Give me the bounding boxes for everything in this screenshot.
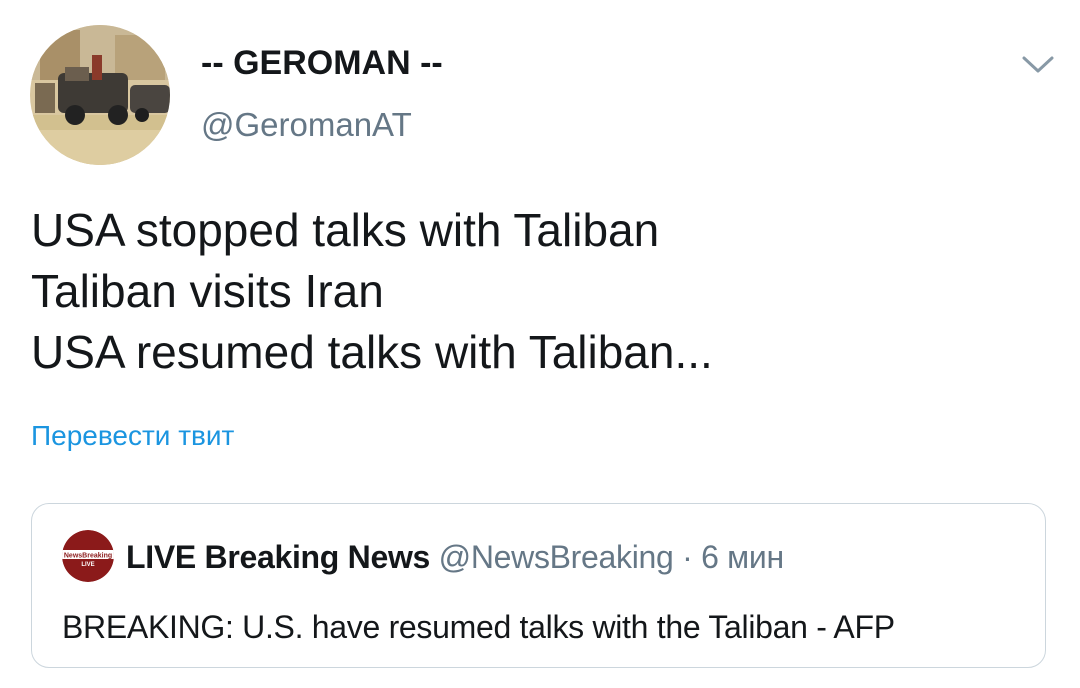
tweet-text: USA stopped talks with Taliban Taliban v… [31, 200, 713, 383]
author-handle[interactable]: @GeromanAT [201, 106, 412, 144]
quoted-tweet-timestamp[interactable]: 6 мин [701, 539, 784, 575]
separator-dot: · [682, 539, 693, 575]
quoted-author-handle[interactable]: @NewsBreaking [439, 539, 674, 575]
quoted-author-display-name[interactable]: LIVE Breaking News [126, 539, 430, 575]
quoted-tweet-text: BREAKING: U.S. have resumed talks with t… [62, 609, 895, 645]
avatar-photo-icon [30, 25, 170, 165]
quoted-tweet-header: LIVE Breaking News @NewsBreaking · 6 мин [126, 539, 784, 576]
author-avatar[interactable] [30, 25, 170, 165]
news-breaking-live-logo-icon: NewsBreaking LIVE [62, 530, 114, 582]
tweet-menu-button[interactable] [1018, 50, 1058, 80]
quoted-tweet-card[interactable]: NewsBreaking LIVE LIVE Breaking News @Ne… [31, 503, 1046, 668]
chevron-down-icon [1022, 56, 1054, 73]
logo-text: NewsBreaking [64, 553, 112, 560]
tweet-text-line: Taliban visits Iran [31, 265, 384, 317]
tweet-text-line: USA stopped talks with Taliban [31, 204, 660, 256]
translate-tweet-link[interactable]: Перевести твит [31, 420, 234, 452]
author-display-name[interactable]: -- GEROMAN -- [201, 44, 443, 83]
logo-sub-text: LIVE [81, 562, 94, 568]
tweet-text-line: USA resumed talks with Taliban... [31, 326, 713, 378]
quoted-author-avatar[interactable]: NewsBreaking LIVE [62, 530, 114, 582]
